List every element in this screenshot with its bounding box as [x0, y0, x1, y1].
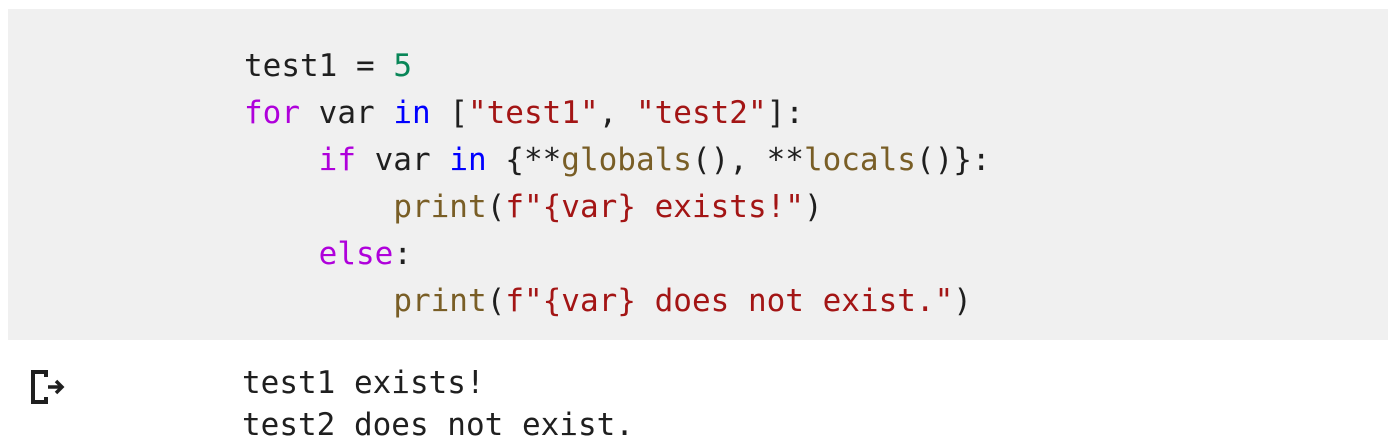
code-line-1: test1 = 5 — [244, 43, 991, 90]
code-token: : — [393, 236, 412, 272]
code-token: print — [393, 189, 487, 225]
code-token: "test2" — [635, 95, 767, 131]
output-line-2: test2 does not exist. — [242, 407, 634, 443]
code-token: ]: — [766, 95, 804, 131]
output-line-1: test1 exists! — [242, 365, 485, 401]
code-token: if — [318, 142, 356, 178]
code-token: in — [449, 142, 487, 178]
code-token: ) — [953, 283, 972, 319]
code-token: f"{var} exists!" — [505, 189, 804, 225]
output-redirect-icon[interactable] — [26, 367, 68, 407]
code-line-6: print(f"{var} does not exist.") — [244, 278, 991, 325]
code-token: f"{var} does not exist." — [505, 283, 954, 319]
code-line-3: if var in {**globals(), **locals()}: — [244, 137, 991, 184]
code-line-5: else: — [244, 231, 991, 278]
code-token: ()}: — [915, 142, 991, 178]
code-token: , — [598, 95, 636, 131]
cell-output-text: test1 exists! test2 does not exist. — [242, 362, 634, 446]
code-token: test1 — [244, 48, 338, 84]
code-token: var — [355, 142, 450, 178]
code-token: var — [300, 95, 394, 131]
code-line-2: for var in ["test1", "test2"]: — [244, 90, 991, 137]
output-redirect-icon-svg — [31, 370, 65, 404]
notebook: test1 = 5 for var in ["test1", "test2"]: … — [0, 0, 1400, 448]
code-token: print — [393, 283, 487, 319]
code-token: in — [393, 95, 431, 131]
code-token: ( — [486, 189, 506, 225]
code-token: for — [244, 95, 300, 131]
cell-output-area: test1 exists! test2 does not exist. — [0, 340, 1400, 448]
code-token: [ — [430, 95, 468, 131]
code-line-4: print(f"{var} exists!") — [244, 184, 991, 231]
code-token: = — [337, 48, 394, 84]
code-token: else — [318, 236, 394, 272]
code-token: ( — [486, 283, 506, 319]
code-token: 5 — [393, 48, 412, 84]
code-cell[interactable]: test1 = 5 for var in ["test1", "test2"]: … — [8, 9, 1388, 340]
code-token: locals — [803, 142, 916, 178]
code-editor[interactable]: test1 = 5 for var in ["test1", "test2"]: … — [244, 43, 991, 325]
code-token: (), ** — [691, 142, 804, 178]
code-token: ) — [803, 189, 823, 225]
code-token: {** — [486, 142, 562, 178]
code-token: globals — [561, 142, 692, 178]
code-token: "test1" — [467, 95, 599, 131]
